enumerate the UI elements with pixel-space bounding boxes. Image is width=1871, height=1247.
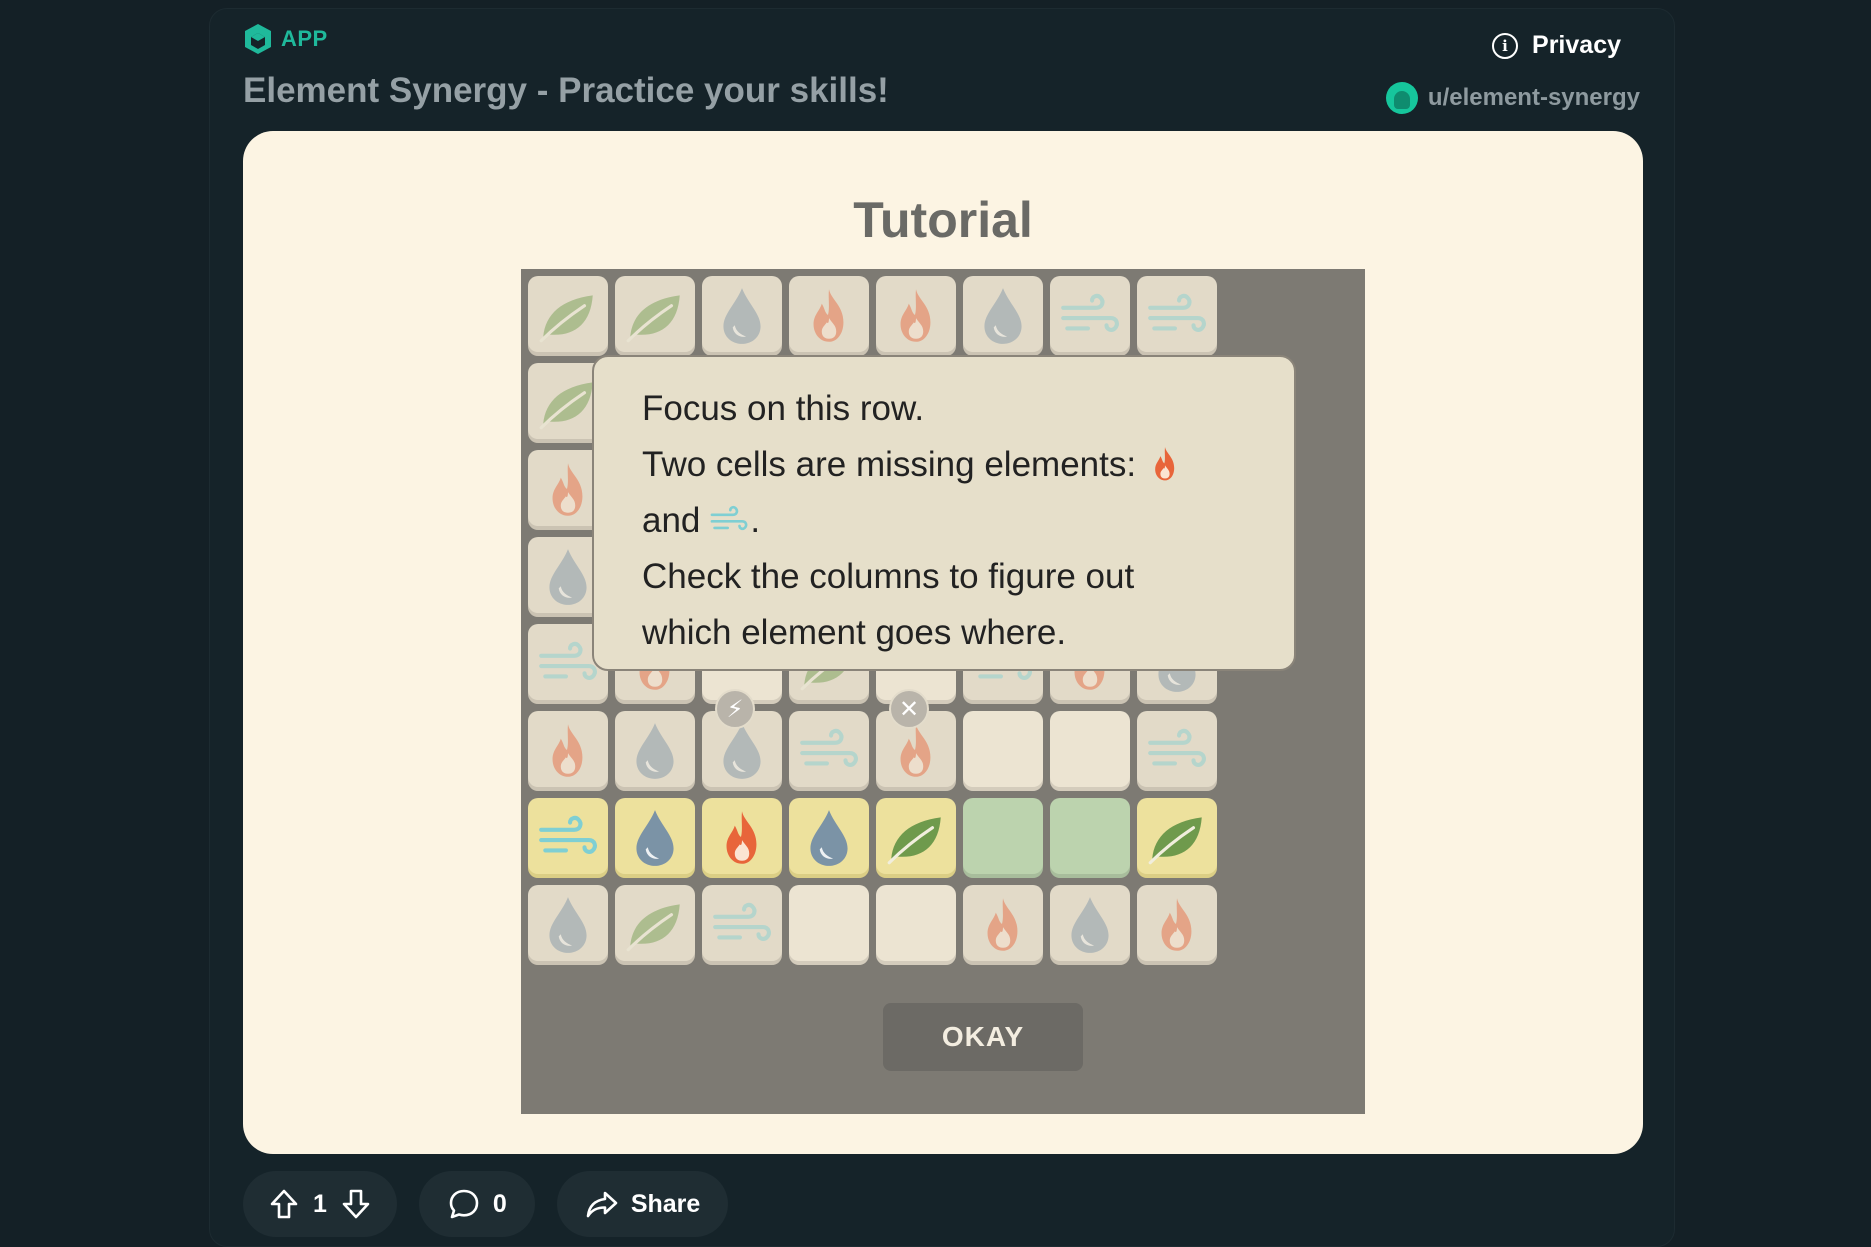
vote-bar: 1: [243, 1171, 397, 1237]
tutorial-tooltip: Focus on this row. Two cells are missing…: [592, 355, 1296, 671]
game-title: Tutorial: [853, 192, 1033, 248]
leaf-icon: [626, 904, 680, 952]
tooltip-line: Check the columns to figure out: [642, 549, 1246, 605]
app-tag[interactable]: APP: [243, 23, 328, 55]
fire-icon: [726, 811, 757, 864]
fire-cell[interactable]: [1137, 885, 1217, 965]
water-cell[interactable]: [1050, 885, 1130, 965]
water-icon: [984, 288, 1022, 344]
wind-icon: [539, 815, 597, 854]
game-card: Tutorial ⚡ ✕ Focus on this row. Two cells…: [243, 131, 1643, 1154]
tooltip-text-5: which element goes where.: [642, 613, 1067, 652]
fire-icon: [552, 724, 583, 777]
leaf-icon: [1148, 817, 1202, 865]
info-icon: i: [1492, 32, 1519, 59]
tooltip-text-3: and: [642, 501, 701, 540]
upvote-icon[interactable]: [267, 1187, 301, 1221]
fire-icon: [987, 898, 1018, 951]
leaf-cell[interactable]: [528, 276, 608, 356]
wind-cell[interactable]: [1137, 276, 1217, 356]
water-cell[interactable]: [963, 276, 1043, 356]
wind-icon: [1061, 293, 1119, 332]
water-icon: [810, 810, 848, 866]
username: u/element-synergy: [1427, 84, 1640, 111]
post-title: Element Synergy - Practice your skills!: [243, 71, 889, 110]
water-cell[interactable]: [615, 798, 695, 878]
empty-cell-highlighted[interactable]: [1050, 798, 1130, 878]
fire-cell[interactable]: [876, 276, 956, 356]
water-cell[interactable]: [528, 885, 608, 965]
comments-button[interactable]: 0: [418, 1171, 535, 1237]
leaf-icon: [539, 295, 593, 343]
water-icon: [636, 810, 674, 866]
app-logo-icon: [245, 24, 271, 54]
leaf-cell[interactable]: [615, 276, 695, 356]
tooltip-line: Focus on this row.: [642, 381, 1246, 437]
water-icon: [723, 288, 761, 344]
leaf-cell[interactable]: [615, 885, 695, 965]
lightning-icon: ⚡: [715, 689, 755, 729]
share-label: Share: [630, 1189, 701, 1218]
fire-cell[interactable]: [702, 798, 782, 878]
water-icon: [549, 897, 587, 953]
empty-cell[interactable]: [876, 885, 956, 965]
tooltip-text-3-suffix: .: [750, 501, 761, 540]
wind-cell[interactable]: [789, 711, 869, 791]
fire-cell[interactable]: [789, 276, 869, 356]
fire-icon: [1144, 443, 1186, 485]
tooltip-line: and.: [642, 493, 1246, 549]
close-icon: ✕: [889, 689, 929, 729]
wind-cell[interactable]: [702, 885, 782, 965]
wind-icon: [708, 499, 750, 541]
okay-button[interactable]: OKAY: [883, 1003, 1083, 1071]
wind-icon: [1148, 293, 1206, 332]
avatar: [1385, 82, 1418, 114]
app-label: APP: [281, 26, 328, 51]
leaf-icon: [887, 817, 941, 865]
comment-count: 0: [492, 1189, 507, 1218]
privacy-label: Privacy: [1532, 31, 1621, 59]
fire-icon: [900, 289, 931, 342]
water-cell[interactable]: [702, 276, 782, 356]
water-icon: [723, 723, 761, 779]
fire-icon: [1161, 898, 1192, 951]
post-container: APP i Privacy Element Synergy - Practice…: [209, 8, 1675, 1247]
wind-cell[interactable]: [1050, 276, 1130, 356]
wind-cell[interactable]: [1137, 711, 1217, 791]
leaf-cell[interactable]: [876, 798, 956, 878]
water-cell[interactable]: [615, 711, 695, 791]
empty-cell[interactable]: [1050, 711, 1130, 791]
post-actions: 1 0 Share: [243, 1171, 729, 1237]
empty-cell[interactable]: [789, 885, 869, 965]
comment-icon: [449, 1189, 479, 1219]
tooltip-line: Two cells are missing elements:: [642, 437, 1246, 493]
privacy-link[interactable]: i Privacy: [1492, 31, 1621, 60]
share-icon: [586, 1191, 618, 1218]
wind-icon: [800, 728, 858, 767]
tooltip-line: which element goes where.: [642, 605, 1246, 661]
fire-cell[interactable]: [963, 885, 1043, 965]
fire-icon: [813, 289, 844, 342]
share-button[interactable]: Share: [556, 1171, 729, 1237]
wind-icon: [1148, 728, 1206, 767]
water-icon: [1071, 897, 1109, 953]
tooltip-text-1: Focus on this row.: [642, 389, 925, 428]
water-cell[interactable]: [789, 798, 869, 878]
water-icon: [636, 723, 674, 779]
empty-cell[interactable]: [963, 711, 1043, 791]
user-link[interactable]: u/element-synergy: [1385, 82, 1640, 114]
wind-icon: [713, 902, 771, 941]
tooltip-text-4: Check the columns to figure out: [642, 557, 1135, 596]
vote-count: 1: [313, 1189, 327, 1218]
leaf-icon: [626, 295, 680, 343]
fire-icon: [900, 724, 931, 777]
empty-cell-highlighted[interactable]: [963, 798, 1043, 878]
wind-cell[interactable]: [528, 798, 608, 878]
leaf-cell[interactable]: [1137, 798, 1217, 878]
tooltip-text-2: Two cells are missing elements:: [642, 445, 1137, 484]
downvote-icon[interactable]: [339, 1187, 373, 1221]
fire-cell[interactable]: [528, 711, 608, 791]
